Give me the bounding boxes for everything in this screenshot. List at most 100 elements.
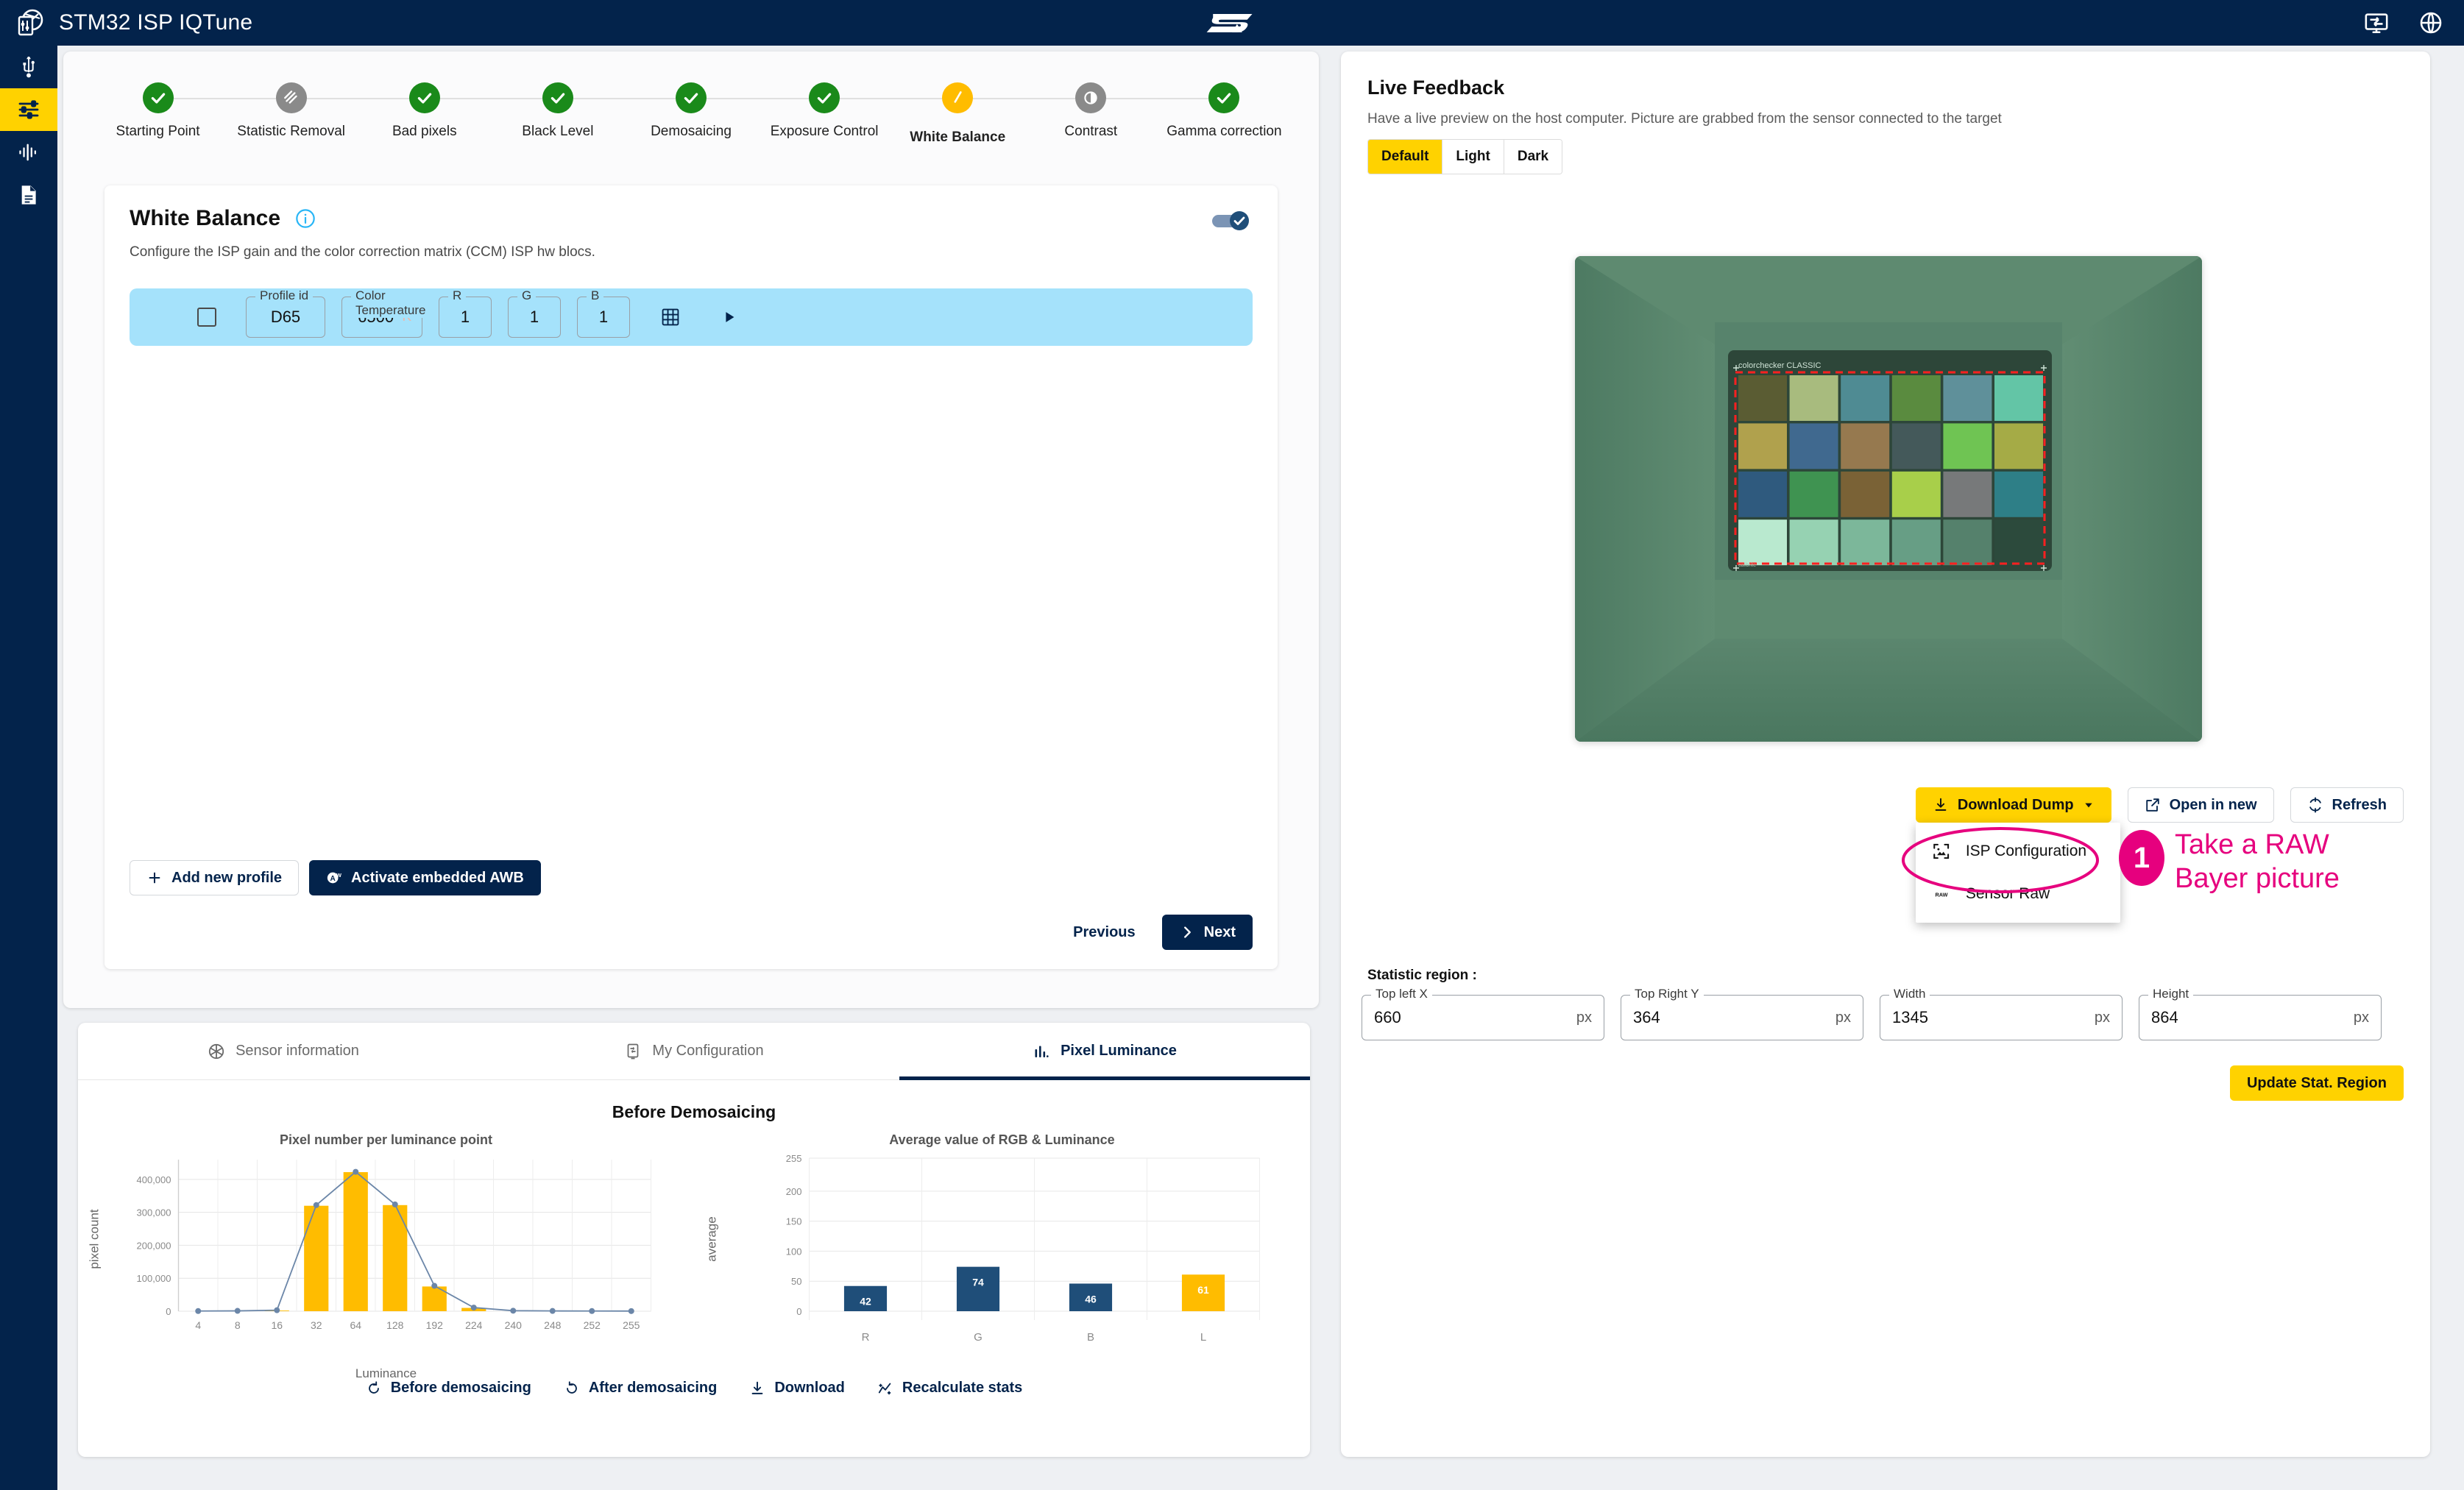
svg-text:RAW: RAW — [1935, 891, 1947, 898]
colorchecker-preview[interactable]: colorchecker CLASSIC calibrite — [1575, 256, 2202, 742]
menu-item-label: Sensor Raw — [1965, 885, 2050, 902]
wb-profile-row: Profile id D65 Color Temperature 6500 K … — [130, 288, 1253, 346]
stepper-label: Starting Point — [116, 124, 200, 139]
field-value: D65 — [270, 308, 301, 326]
st-logo — [1206, 13, 1253, 32]
activate-embedded-awb-button[interactable]: A W Activate embedded AWB — [309, 860, 541, 895]
stepper-step-demosaicing[interactable]: Demosaicing — [624, 82, 825, 146]
stat-field-top-left-x[interactable]: Top left X 660 px — [1362, 987, 1604, 1040]
theme-button-light[interactable]: Light — [1442, 140, 1504, 174]
svg-text:61: 61 — [1197, 1284, 1209, 1296]
chart-rgb-average: Average value of RGB & Luminance 0 50 100 1… — [694, 1132, 1310, 1368]
tab-sensor-information[interactable]: Sensor information — [78, 1023, 489, 1079]
usb-connection-icon — [23, 57, 35, 78]
field-value: 1345 — [1892, 1008, 1928, 1026]
download-icon — [749, 1380, 765, 1397]
rail-item-usb[interactable] — [0, 46, 57, 88]
field-label: Color Temperature — [351, 288, 431, 318]
stepper-step-exposure-control[interactable]: Exposure Control — [758, 82, 958, 146]
download-dump-button[interactable]: Download Dump — [1915, 787, 2111, 823]
rail-item-report[interactable] — [0, 174, 57, 216]
svg-text:255: 255 — [786, 1153, 802, 1164]
stepper-step-bad-pixels[interactable]: Bad pixels — [358, 82, 558, 146]
white-balance-enable-toggle[interactable] — [1211, 210, 1253, 231]
svg-text:W: W — [336, 872, 341, 879]
stepper-status-icon — [809, 82, 840, 113]
field-color-temperature[interactable]: Color Temperature 6500 K — [341, 288, 431, 338]
stepper-step-gamma-correction[interactable]: Gamma correction — [1158, 82, 1291, 146]
menu-item-sensor-raw[interactable]: RAW Sensor Raw — [1916, 873, 2120, 915]
tab-label: Sensor information — [236, 1043, 359, 1059]
live-feedback-title: Live Feedback — [1367, 77, 1505, 99]
stats-action-recalculate-stats[interactable]: Recalculate stats — [877, 1380, 1022, 1397]
stepper-step-statistic-removal[interactable]: Statistic Removal — [224, 82, 425, 146]
device-monitor-icon[interactable] — [2364, 10, 2389, 35]
stats-action-before-demosaicing[interactable]: Before demosaicing — [366, 1380, 531, 1397]
svg-text:0: 0 — [166, 1306, 171, 1317]
stat-field-height[interactable]: Height 864 px — [2139, 987, 2382, 1040]
external-link-icon — [2145, 798, 2159, 812]
theme-button-dark[interactable]: Dark — [1504, 140, 1562, 174]
field-label: G — [517, 288, 537, 303]
svg-text:G: G — [974, 1331, 983, 1344]
button-label: Add new profile — [171, 869, 282, 886]
theme-button-default[interactable]: Default — [1368, 140, 1443, 174]
plus-icon — [149, 872, 160, 884]
stat-field-width[interactable]: Width 1345 px — [1880, 987, 2123, 1040]
live-feedback-panel: Live Feedback Have a live preview on the… — [1341, 52, 2430, 1457]
stepper-step-contrast[interactable]: Contrast — [1024, 82, 1225, 146]
stats-action-buttons: Before demosaicing After demosaicing Downl… — [78, 1380, 1310, 1397]
add-new-profile-button[interactable]: Add new profile — [130, 860, 299, 895]
stats-action-download[interactable]: Download — [749, 1380, 845, 1397]
field-gain-r[interactable]: R 1 — [439, 288, 492, 338]
field-profile-id[interactable]: Profile id D65 — [246, 288, 325, 338]
rotate-ccw-icon — [366, 1380, 382, 1397]
wizard-card: Starting Point Statistic Removal Bad pixel… — [63, 52, 1319, 1008]
stepper-label: Demosaicing — [651, 124, 732, 139]
open-in-new-button[interactable]: Open in new — [2127, 787, 2274, 823]
field-gain-g[interactable]: G 1 — [508, 288, 561, 338]
button-label: Open in new — [2169, 796, 2257, 813]
globe-language-icon[interactable] — [2418, 10, 2443, 35]
svg-text:calibrite: calibrite — [1738, 563, 1756, 568]
button-label: Update Stat. Region — [2246, 1074, 2387, 1091]
profile-select-checkbox[interactable] — [197, 308, 216, 327]
svg-text:L: L — [1200, 1331, 1206, 1344]
tab-pixel-luminance[interactable]: Pixel Luminance — [899, 1023, 1310, 1080]
stepper-step-white-balance[interactable]: White Balance — [891, 82, 1091, 146]
svg-text:400,000: 400,000 — [137, 1174, 171, 1185]
rail-item-statistics[interactable] — [0, 131, 57, 174]
svg-text:255: 255 — [623, 1319, 640, 1331]
stat-field-top-right-y[interactable]: Top Right Y 364 px — [1621, 987, 1863, 1040]
play-triangle-icon[interactable] — [721, 309, 737, 325]
download-dump-wrapper: Download Dump ISP Configuration RAW Sens… — [1915, 787, 2120, 923]
field-value: 1 — [529, 308, 539, 326]
field-label: Height — [2148, 987, 2194, 1001]
field-label: Top left X — [1371, 987, 1432, 1001]
next-button[interactable]: Next — [1161, 915, 1253, 950]
stepper-step-black-level[interactable]: Black Level — [491, 82, 691, 146]
stepper-status-icon — [142, 82, 174, 113]
stepper-step-starting-point[interactable]: Starting Point — [91, 82, 291, 146]
stepper-connector — [557, 98, 691, 99]
previous-button[interactable]: Previous — [1061, 924, 1147, 941]
tab-my-configuration[interactable]: My Configuration — [489, 1023, 899, 1079]
tab-label: Pixel Luminance — [1061, 1043, 1177, 1059]
field-value: 660 — [1374, 1008, 1401, 1026]
svg-text:248: 248 — [544, 1319, 562, 1331]
field-label: Width — [1889, 987, 1930, 1001]
ccm-matrix-grid-icon[interactable] — [661, 308, 680, 327]
info-circle-icon[interactable] — [295, 208, 316, 229]
field-gain-b[interactable]: B 1 — [577, 288, 630, 338]
rotate-cw-icon — [564, 1380, 580, 1397]
svg-text:100,000: 100,000 — [137, 1273, 171, 1284]
stepper-connector — [1091, 98, 1225, 99]
refresh-button[interactable]: Refresh — [2290, 787, 2404, 823]
update-stat-region-button[interactable]: Update Stat. Region — [2229, 1065, 2404, 1101]
rail-item-tuning[interactable] — [0, 88, 57, 131]
svg-text:50: 50 — [791, 1276, 801, 1287]
menu-item-isp-configuration[interactable]: ISP Configuration — [1916, 830, 2120, 873]
action-label: Download — [774, 1380, 845, 1396]
stats-action-after-demosaicing[interactable]: After demosaicing — [564, 1380, 717, 1397]
svg-text:A: A — [330, 875, 336, 883]
